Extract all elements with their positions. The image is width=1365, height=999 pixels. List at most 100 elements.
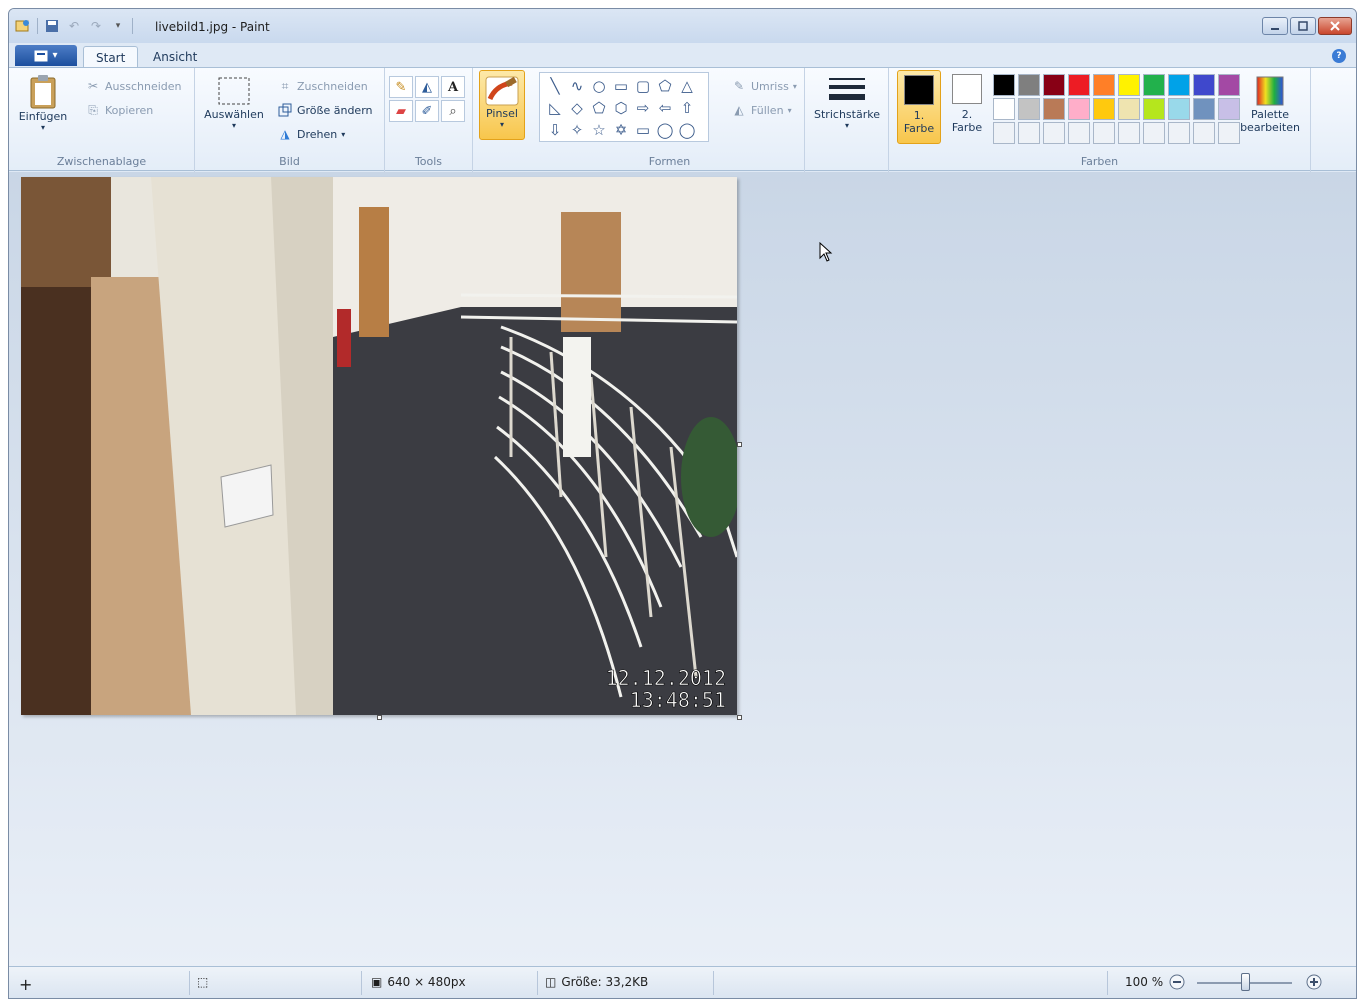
rotate-button[interactable]: ◮ Drehen ▾ [277,126,345,142]
palette-swatch[interactable] [1043,74,1065,96]
palette-swatch[interactable] [1018,98,1040,120]
file-size-text: Größe: 33,2KB [561,975,649,989]
zoom-in-icon[interactable] [1306,974,1322,990]
palette-swatch[interactable] [1043,122,1065,144]
palette-swatch[interactable] [1168,122,1190,144]
triangle-shape-icon[interactable]: △ [676,75,698,97]
rounded-rectangle-shape-icon[interactable]: ▢ [632,75,654,97]
edit-colors-button[interactable]: Palette bearbeiten [1237,74,1303,134]
palette-swatch[interactable] [1193,98,1215,120]
resize-handle-corner[interactable] [737,715,742,720]
palette-swatch[interactable] [1168,74,1190,96]
close-button[interactable] [1318,17,1352,35]
palette-swatch[interactable] [1018,74,1040,96]
palette-swatch[interactable] [1068,122,1090,144]
text-tool-icon[interactable]: A [441,76,465,98]
palette-swatch[interactable] [1118,98,1140,120]
title-bar: ↶ ↷ ▾ livebild1.jpg - Paint [9,9,1356,43]
pentagon-shape-icon[interactable]: ⬠ [588,97,610,119]
ribbon-tab-row: ▾ Start Ansicht ? [9,43,1356,68]
hexagon-shape-icon[interactable]: ⬡ [610,97,632,119]
chevron-down-icon: ▾ [231,121,236,130]
resize-handle-bottom[interactable] [377,715,382,720]
zoom-out-icon[interactable] [1169,974,1185,990]
palette-swatch[interactable] [993,74,1015,96]
palette-swatch[interactable] [993,122,1015,144]
magnifier-icon[interactable]: ⌕ [441,100,465,122]
outline-button[interactable]: ✎ Umriss ▾ [731,78,797,94]
palette-swatch[interactable] [1118,74,1140,96]
color2-label-text: Farbe [951,121,983,134]
palette-swatch[interactable] [1143,98,1165,120]
minimize-button[interactable] [1262,17,1288,35]
customize-qat-icon[interactable]: ▾ [110,18,126,34]
palette-swatch[interactable] [1068,98,1090,120]
arrow-left-shape-icon[interactable]: ⇦ [654,97,676,119]
polygon-shape-icon[interactable]: ⬠ [654,75,676,97]
file-size: ◫ Größe: 33,2KB [545,975,648,989]
arrow-up-shape-icon[interactable]: ⇧ [676,97,698,119]
arrow-right-shape-icon[interactable]: ⇨ [632,97,654,119]
six-point-star-shape-icon[interactable]: ✡ [610,119,632,141]
status-bar: + ⬚ ▣ 640 × 480px ◫ Größe: 33,2KB 100 % [9,966,1356,998]
palette-swatch[interactable] [1143,74,1165,96]
cut-button[interactable]: ✂ Ausschneiden [85,78,182,94]
undo-icon[interactable]: ↶ [66,18,82,34]
curve-shape-icon[interactable]: ∿ [566,75,588,97]
redo-icon[interactable]: ↷ [88,18,104,34]
copy-button[interactable]: ⎘ Kopieren [85,102,153,118]
hallway-photo: 12.12.2012 13:48:51 [21,177,737,715]
right-triangle-shape-icon[interactable]: ◺ [544,97,566,119]
fill-button[interactable]: ◭ Füllen ▾ [731,102,791,118]
rect-callout-shape-icon[interactable]: ▭ [632,119,654,141]
resize-button[interactable]: Größe ändern [277,102,373,118]
resize-handle-right[interactable] [737,442,742,447]
palette-swatch[interactable] [1143,122,1165,144]
oval-callout-shape-icon[interactable]: ◯ [654,119,676,141]
palette-swatch[interactable] [1018,122,1040,144]
palette-swatch[interactable] [1093,74,1115,96]
stroke-width-button[interactable]: Strichstärke ▾ [811,74,883,130]
tab-ansicht[interactable]: Ansicht [141,46,209,68]
color2-button[interactable]: 2. Farbe [945,74,989,134]
palette-swatch[interactable] [1093,98,1115,120]
save-icon[interactable] [44,18,60,34]
canvas-workspace[interactable]: 12.12.2012 13:48:51 [9,172,1356,968]
arrow-down-shape-icon[interactable]: ⇩ [544,119,566,141]
palette-swatch[interactable] [1093,122,1115,144]
maximize-button[interactable] [1290,17,1316,35]
paint-menu-button[interactable]: ▾ [15,45,77,66]
tab-start[interactable]: Start [83,46,139,68]
diamond-shape-icon[interactable]: ◇ [566,97,588,119]
crop-button[interactable]: ⌗ Zuschneiden [277,78,368,94]
pencil-icon[interactable]: ✎ [389,76,413,98]
line-shape-icon[interactable]: ╲ [544,75,566,97]
fill-bucket-icon[interactable]: ◭ [415,76,439,98]
copy-icon: ⎘ [88,102,98,117]
select-button[interactable]: Auswählen ▾ [201,74,267,130]
eraser-icon[interactable]: ▰ [389,100,413,122]
canvas-image[interactable]: 12.12.2012 13:48:51 [21,177,737,715]
help-icon[interactable]: ? [1332,49,1346,63]
palette-swatch[interactable] [1193,74,1215,96]
palette-swatch[interactable] [1168,98,1190,120]
palette-swatch[interactable] [1118,122,1140,144]
oval-shape-icon[interactable]: ○ [588,75,610,97]
fill-label: Füllen [751,103,784,117]
color-picker-icon[interactable]: ✐ [415,100,439,122]
five-point-star-shape-icon[interactable]: ☆ [588,119,610,141]
zoom-slider-thumb[interactable] [1241,973,1250,991]
four-point-star-shape-icon[interactable]: ✧ [566,119,588,141]
paint-app-icon[interactable] [15,18,31,34]
rectangle-shape-icon[interactable]: ▭ [610,75,632,97]
palette-swatch[interactable] [1043,98,1065,120]
status-separator [537,971,538,995]
cloud-callout-shape-icon[interactable]: ◯ [676,119,698,141]
palette-swatch[interactable] [1068,74,1090,96]
color1-button[interactable]: 1. Farbe [897,70,941,144]
paste-button[interactable]: Einfügen ▾ [17,74,69,132]
selection-size: ⬚ [197,975,208,989]
palette-swatch[interactable] [1193,122,1215,144]
palette-swatch[interactable] [993,98,1015,120]
brush-button[interactable]: Pinsel ▾ [479,70,525,140]
